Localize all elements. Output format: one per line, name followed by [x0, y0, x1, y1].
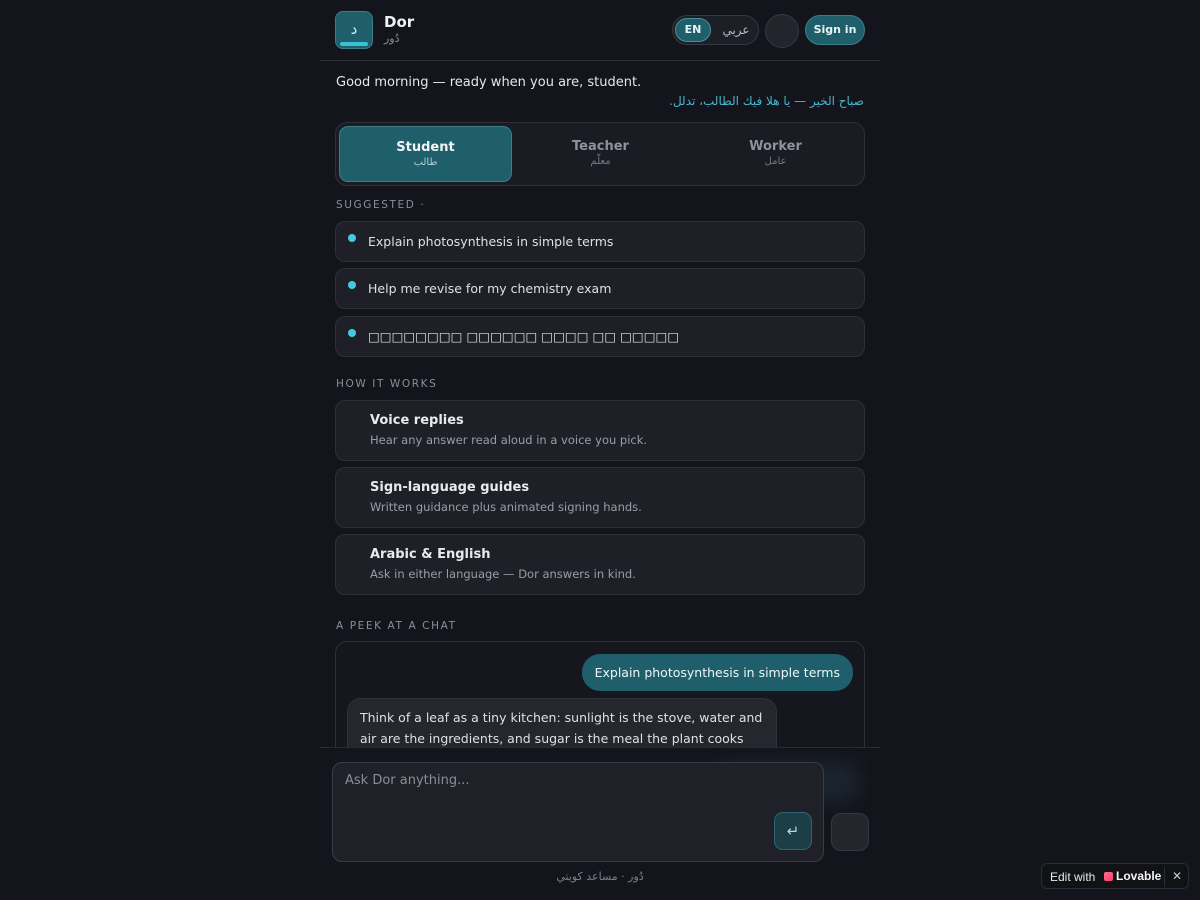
- logo-glyph: د: [350, 20, 358, 38]
- role-selector: Student طالب Teacher معلّم Worker عامل: [335, 122, 865, 186]
- role-label: Teacher: [572, 139, 629, 154]
- suggestion-text: Help me revise for my chemistry exam: [368, 281, 612, 296]
- language-toggle: EN عربي: [672, 15, 759, 45]
- message-input-box: ↵: [332, 762, 824, 862]
- lang-ar-button[interactable]: عربي: [717, 18, 755, 42]
- top-header: د Dor دُور EN عربي Sign in: [320, 0, 880, 61]
- greeting-english: Good morning — ready when you are, stude…: [336, 75, 642, 90]
- user-message-bubble: Explain photosynthesis in simple terms: [581, 654, 853, 691]
- lovable-brand-label: Lovable: [1116, 869, 1162, 883]
- role-teacher[interactable]: Teacher معلّم: [514, 126, 687, 182]
- feature-title: Voice replies: [370, 413, 464, 428]
- suggestion-item[interactable]: □□□□□□□□ □□□□□□ □□□□ □□ □□□□□: [335, 316, 865, 357]
- divider: [1164, 867, 1165, 887]
- role-label-arabic: معلّم: [590, 156, 611, 167]
- role-worker[interactable]: Worker عامل: [689, 126, 862, 182]
- role-label-arabic: عامل: [764, 156, 787, 167]
- brand-name: Dor: [384, 13, 415, 31]
- bullet-dot-icon: [348, 281, 356, 289]
- bullet-dot-icon: [348, 234, 356, 242]
- theme-toggle-button[interactable]: [765, 14, 799, 48]
- message-input[interactable]: [333, 763, 823, 861]
- bullet-dot-icon: [348, 329, 356, 337]
- microphone-button[interactable]: [831, 813, 869, 851]
- composer-area: ↵ دُور · مساعد كويتي: [320, 747, 880, 900]
- feature-title: Arabic & English: [370, 547, 491, 562]
- send-button[interactable]: ↵: [774, 812, 812, 850]
- role-student[interactable]: Student طالب: [339, 126, 512, 182]
- feature-description: Written guidance plus animated signing h…: [370, 500, 642, 514]
- chat-peek-heading: A PEEK AT A CHAT: [336, 620, 457, 632]
- role-label-arabic: طالب: [413, 157, 438, 168]
- edit-with-lovable-badge[interactable]: Edit with Lovable ✕: [1041, 863, 1189, 889]
- suggestion-item[interactable]: Explain photosynthesis in simple terms: [335, 221, 865, 262]
- feature-description: Ask in either language — Dor answers in …: [370, 567, 636, 581]
- suggestion-item[interactable]: Help me revise for my chemistry exam: [335, 268, 865, 309]
- role-label: Worker: [749, 139, 802, 154]
- lovable-logo-icon: [1104, 872, 1113, 881]
- brand-arabic-name: دُور: [384, 32, 400, 45]
- how-it-works-heading: HOW IT WORKS: [336, 378, 438, 390]
- app-column: د Dor دُور EN عربي Sign in Good morning …: [320, 0, 880, 900]
- close-icon[interactable]: ✕: [1172, 869, 1182, 883]
- suggestion-text: □□□□□□□□ □□□□□□ □□□□ □□ □□□□□: [368, 329, 680, 344]
- role-label: Student: [396, 140, 455, 155]
- feature-description: Hear any answer read aloud in a voice yo…: [370, 433, 648, 447]
- feature-card-sign-language: Sign-language guides Written guidance pl…: [335, 467, 865, 528]
- suggestion-text: Explain photosynthesis in simple terms: [368, 234, 614, 249]
- brand-logo[interactable]: د: [335, 11, 373, 49]
- greeting-arabic: صباح الخير — يا هلا فيك الطالب، تدلل.: [669, 94, 864, 108]
- suggested-heading: SUGGESTED ·: [336, 199, 426, 211]
- logo-accent-bar: [340, 42, 368, 46]
- lang-en-button[interactable]: EN: [675, 18, 711, 42]
- return-arrow-icon: ↵: [786, 822, 800, 840]
- feature-card-bilingual: Arabic & English Ask in either language …: [335, 534, 865, 595]
- feature-title: Sign-language guides: [370, 480, 530, 495]
- sign-in-button[interactable]: Sign in: [805, 15, 865, 45]
- footer-tagline: دُور · مساعد كويتي: [556, 870, 644, 883]
- feature-card-voice: Voice replies Hear any answer read aloud…: [335, 400, 865, 461]
- edit-with-label: Edit with: [1050, 870, 1096, 884]
